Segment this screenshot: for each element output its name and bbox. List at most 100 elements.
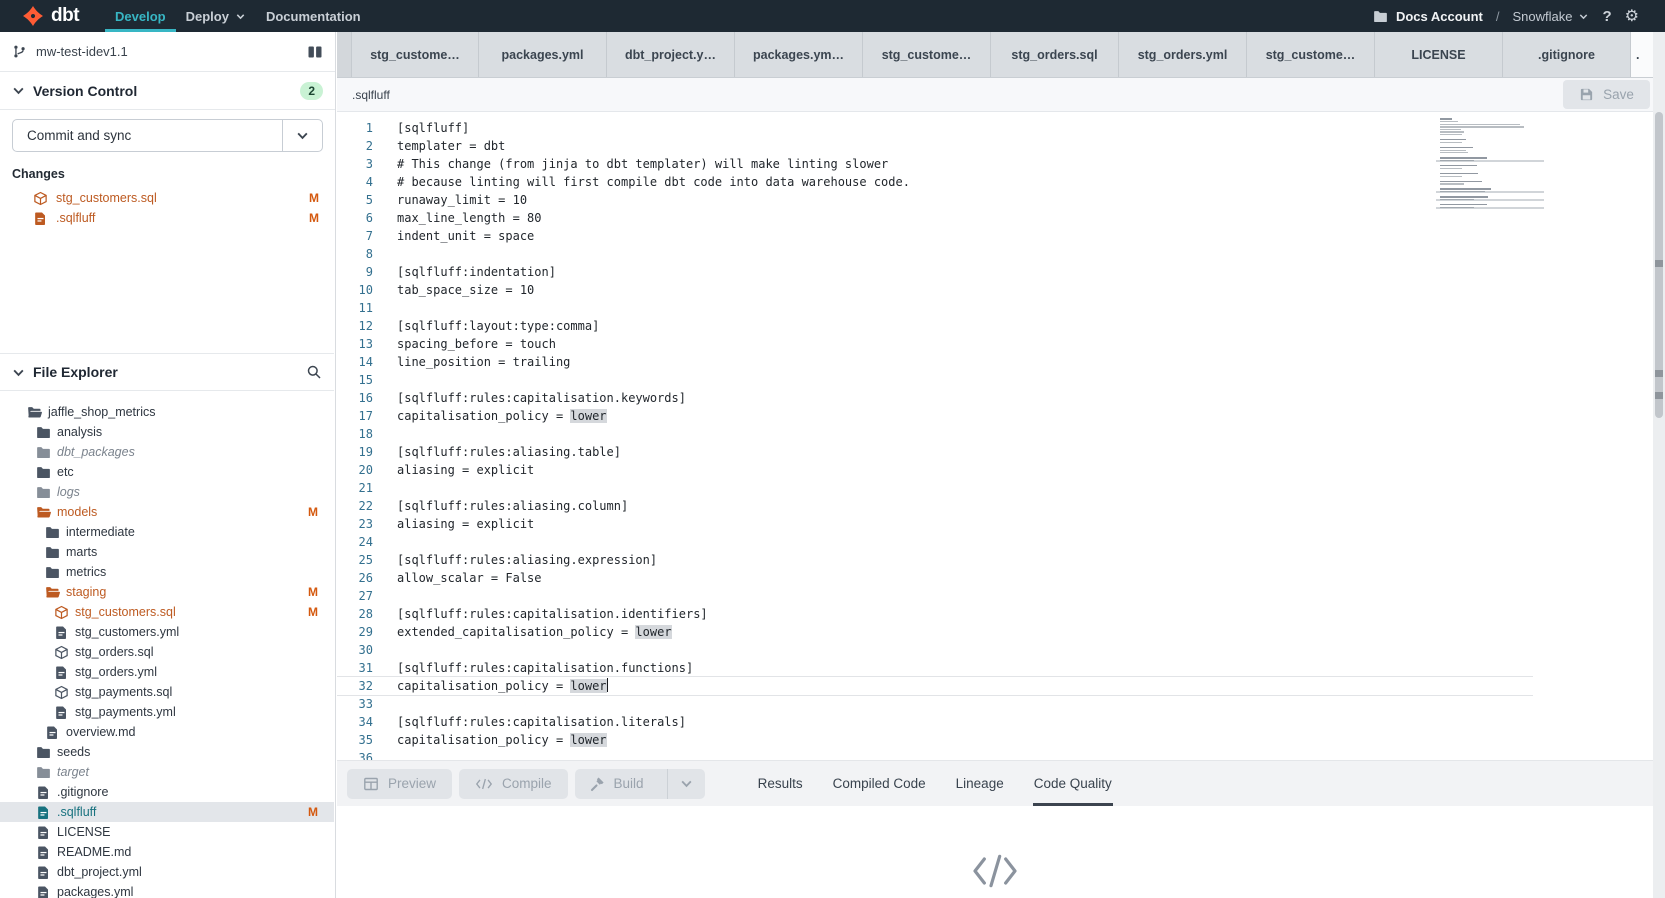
code-line[interactable]: 3 # This change (from jinja to dbt templ…: [337, 155, 1533, 173]
file-tree-item-license[interactable]: LICENSE: [0, 822, 334, 842]
file-tree-item-intermediate[interactable]: intermediate: [0, 522, 334, 542]
build-button[interactable]: Build: [575, 769, 705, 799]
panel-tab-compiled-code[interactable]: Compiled Code: [833, 761, 926, 806]
file-tree-item-stg-customers-sql[interactable]: stg_customers.sql M: [0, 602, 334, 622]
code-line[interactable]: 25 [sqlfluff:rules:aliasing.expression]: [337, 551, 1533, 569]
code-line[interactable]: 23 aliasing = explicit: [337, 515, 1533, 533]
file-tree-item-stg-orders-sql[interactable]: stg_orders.sql: [0, 642, 334, 662]
code-line[interactable]: 2 templater = dbt: [337, 137, 1533, 155]
layout-columns-icon[interactable]: [307, 44, 323, 60]
code-line[interactable]: 11: [337, 299, 1533, 317]
file-tree-item-stg-payments-yml[interactable]: stg_payments.yml: [0, 702, 334, 722]
compile-button[interactable]: Compile: [459, 769, 568, 799]
code-line[interactable]: 16 [sqlfluff:rules:capitalisation.keywor…: [337, 389, 1533, 407]
file-tree-item-dbt-project-yml[interactable]: dbt_project.yml: [0, 862, 334, 882]
menu-item-develop[interactable]: Develop: [105, 0, 176, 32]
file-explorer-header[interactable]: File Explorer: [0, 353, 334, 391]
code-line[interactable]: 35 capitalisation_policy = lower: [337, 731, 1533, 749]
file-tree-item-overview-md[interactable]: overview.md: [0, 722, 334, 742]
file-search-icon[interactable]: [306, 364, 322, 380]
file-tree-item-stg-payments-sql[interactable]: stg_payments.sql: [0, 682, 334, 702]
file-tree-item-sqlfluff[interactable]: .sqlfluff M: [0, 802, 334, 822]
file-tree-item-gitignore[interactable]: .gitignore: [0, 782, 334, 802]
commit-and-sync-button[interactable]: Commit and sync: [13, 120, 282, 151]
code-line[interactable]: 17 capitalisation_policy = lower: [337, 407, 1533, 425]
help-icon[interactable]: ?: [1602, 8, 1611, 25]
code-line[interactable]: 1 [sqlfluff]: [337, 119, 1533, 137]
code-line[interactable]: 7 indent_unit = space: [337, 227, 1533, 245]
code-line[interactable]: 4 # because linting will first compile d…: [337, 173, 1533, 191]
file-tree-item-readme-md[interactable]: README.md: [0, 842, 334, 862]
panel-tab-results[interactable]: Results: [758, 761, 803, 806]
file-tree-item-seeds[interactable]: seeds: [0, 742, 334, 762]
code-line[interactable]: 5 runaway_limit = 10: [337, 191, 1533, 209]
editor-tab-packages-ym[interactable]: packages.ym…: [735, 32, 863, 77]
code-line[interactable]: 26 allow_scalar = False: [337, 569, 1533, 587]
editor-tab-stg-orders-sql[interactable]: stg_orders.sql: [991, 32, 1119, 77]
code-line[interactable]: 12 [sqlfluff:layout:type:comma]: [337, 317, 1533, 335]
editor-tab-stg-custome[interactable]: stg_custome…: [351, 32, 479, 77]
code-line[interactable]: 30: [337, 641, 1533, 659]
code-line[interactable]: 27: [337, 587, 1533, 605]
dbt-logo[interactable]: dbt: [0, 0, 105, 32]
file-tree-item-jaffle-shop-metrics[interactable]: jaffle_shop_metrics: [0, 402, 334, 422]
menu-item-documentation[interactable]: Documentation: [256, 0, 371, 32]
code-line[interactable]: 34 [sqlfluff:rules:capitalisation.litera…: [337, 713, 1533, 731]
commit-options-dropdown[interactable]: [282, 120, 322, 151]
file-tree-item-models[interactable]: models M: [0, 502, 334, 522]
settings-gear-icon[interactable]: ⚙: [1625, 6, 1639, 26]
git-branch-row[interactable]: mw-test-idev1.1: [0, 32, 335, 72]
file-tree-item-packages-yml[interactable]: packages.yml: [0, 882, 334, 898]
editor-tab-active-partial[interactable]: .: [1631, 32, 1655, 77]
connection-selector[interactable]: Snowflake: [1513, 9, 1590, 24]
account-selector[interactable]: Docs Account: [1373, 9, 1483, 24]
editor-tab-packages-yml[interactable]: packages.yml: [479, 32, 607, 77]
editor-tab-stg-custome[interactable]: stg_custome…: [863, 32, 991, 77]
editor-minimap[interactable]: [1440, 118, 1540, 211]
editor-tab-stg-orders-yml[interactable]: stg_orders.yml: [1119, 32, 1247, 77]
file-tree-item-target[interactable]: target: [0, 762, 334, 782]
code-line[interactable]: 29 extended_capitalisation_policy = lowe…: [337, 623, 1533, 641]
file-tree-item-stg-orders-yml[interactable]: stg_orders.yml: [0, 662, 334, 682]
panel-tab-lineage[interactable]: Lineage: [956, 761, 1004, 806]
code-line[interactable]: 18: [337, 425, 1533, 443]
version-control-header[interactable]: Version Control 2: [0, 72, 335, 110]
menu-item-deploy[interactable]: Deploy: [176, 0, 256, 32]
build-options-dropdown[interactable]: [667, 769, 705, 799]
code-line[interactable]: 8: [337, 245, 1533, 263]
code-line[interactable]: 24: [337, 533, 1533, 551]
code-line[interactable]: 33: [337, 695, 1533, 713]
file-tree-item-logs[interactable]: logs: [0, 482, 334, 502]
file-tree-item-etc[interactable]: etc: [0, 462, 334, 482]
editor-scrollbar[interactable]: [1653, 32, 1665, 898]
code-line[interactable]: 19 [sqlfluff:rules:aliasing.table]: [337, 443, 1533, 461]
changed-file-sqlfluff[interactable]: .sqlfluff M: [0, 208, 335, 228]
editor-tab-license[interactable]: LICENSE: [1375, 32, 1503, 77]
code-line[interactable]: 13 spacing_before = touch: [337, 335, 1533, 353]
preview-button[interactable]: Preview: [347, 769, 452, 799]
code-line[interactable]: 32 capitalisation_policy = lower: [337, 677, 1533, 695]
code-line[interactable]: 6 max_line_length = 80: [337, 209, 1533, 227]
code-line[interactable]: 14 line_position = trailing: [337, 353, 1533, 371]
editor-tab-gitignore[interactable]: .gitignore: [1503, 32, 1631, 77]
code-line[interactable]: 15: [337, 371, 1533, 389]
save-button[interactable]: Save: [1563, 80, 1650, 109]
code-editor[interactable]: 1 [sqlfluff] 2 templater = dbt 3 # This …: [337, 112, 1653, 760]
code-line[interactable]: 21: [337, 479, 1533, 497]
file-tree-item-analysis[interactable]: analysis: [0, 422, 334, 442]
file-tree-item-dbt-packages[interactable]: dbt_packages: [0, 442, 334, 462]
code-line[interactable]: 36: [337, 749, 1533, 760]
code-line[interactable]: 31 [sqlfluff:rules:capitalisation.functi…: [337, 659, 1533, 677]
panel-tab-code-quality[interactable]: Code Quality: [1034, 761, 1112, 806]
changed-file-stg-customers-sql[interactable]: stg_customers.sql M: [0, 188, 335, 208]
file-tree-item-staging[interactable]: staging M: [0, 582, 334, 602]
code-line[interactable]: 10 tab_space_size = 10: [337, 281, 1533, 299]
code-line[interactable]: 20 aliasing = explicit: [337, 461, 1533, 479]
code-line[interactable]: 22 [sqlfluff:rules:aliasing.column]: [337, 497, 1533, 515]
file-tree-item-marts[interactable]: marts: [0, 542, 334, 562]
file-tree-item-metrics[interactable]: metrics: [0, 562, 334, 582]
editor-tab-dbt-project-y[interactable]: dbt_project.y…: [607, 32, 735, 77]
file-tree-item-stg-customers-yml[interactable]: stg_customers.yml: [0, 622, 334, 642]
editor-tab-stg-custome[interactable]: stg_custome…: [1247, 32, 1375, 77]
code-line[interactable]: 28 [sqlfluff:rules:capitalisation.identi…: [337, 605, 1533, 623]
